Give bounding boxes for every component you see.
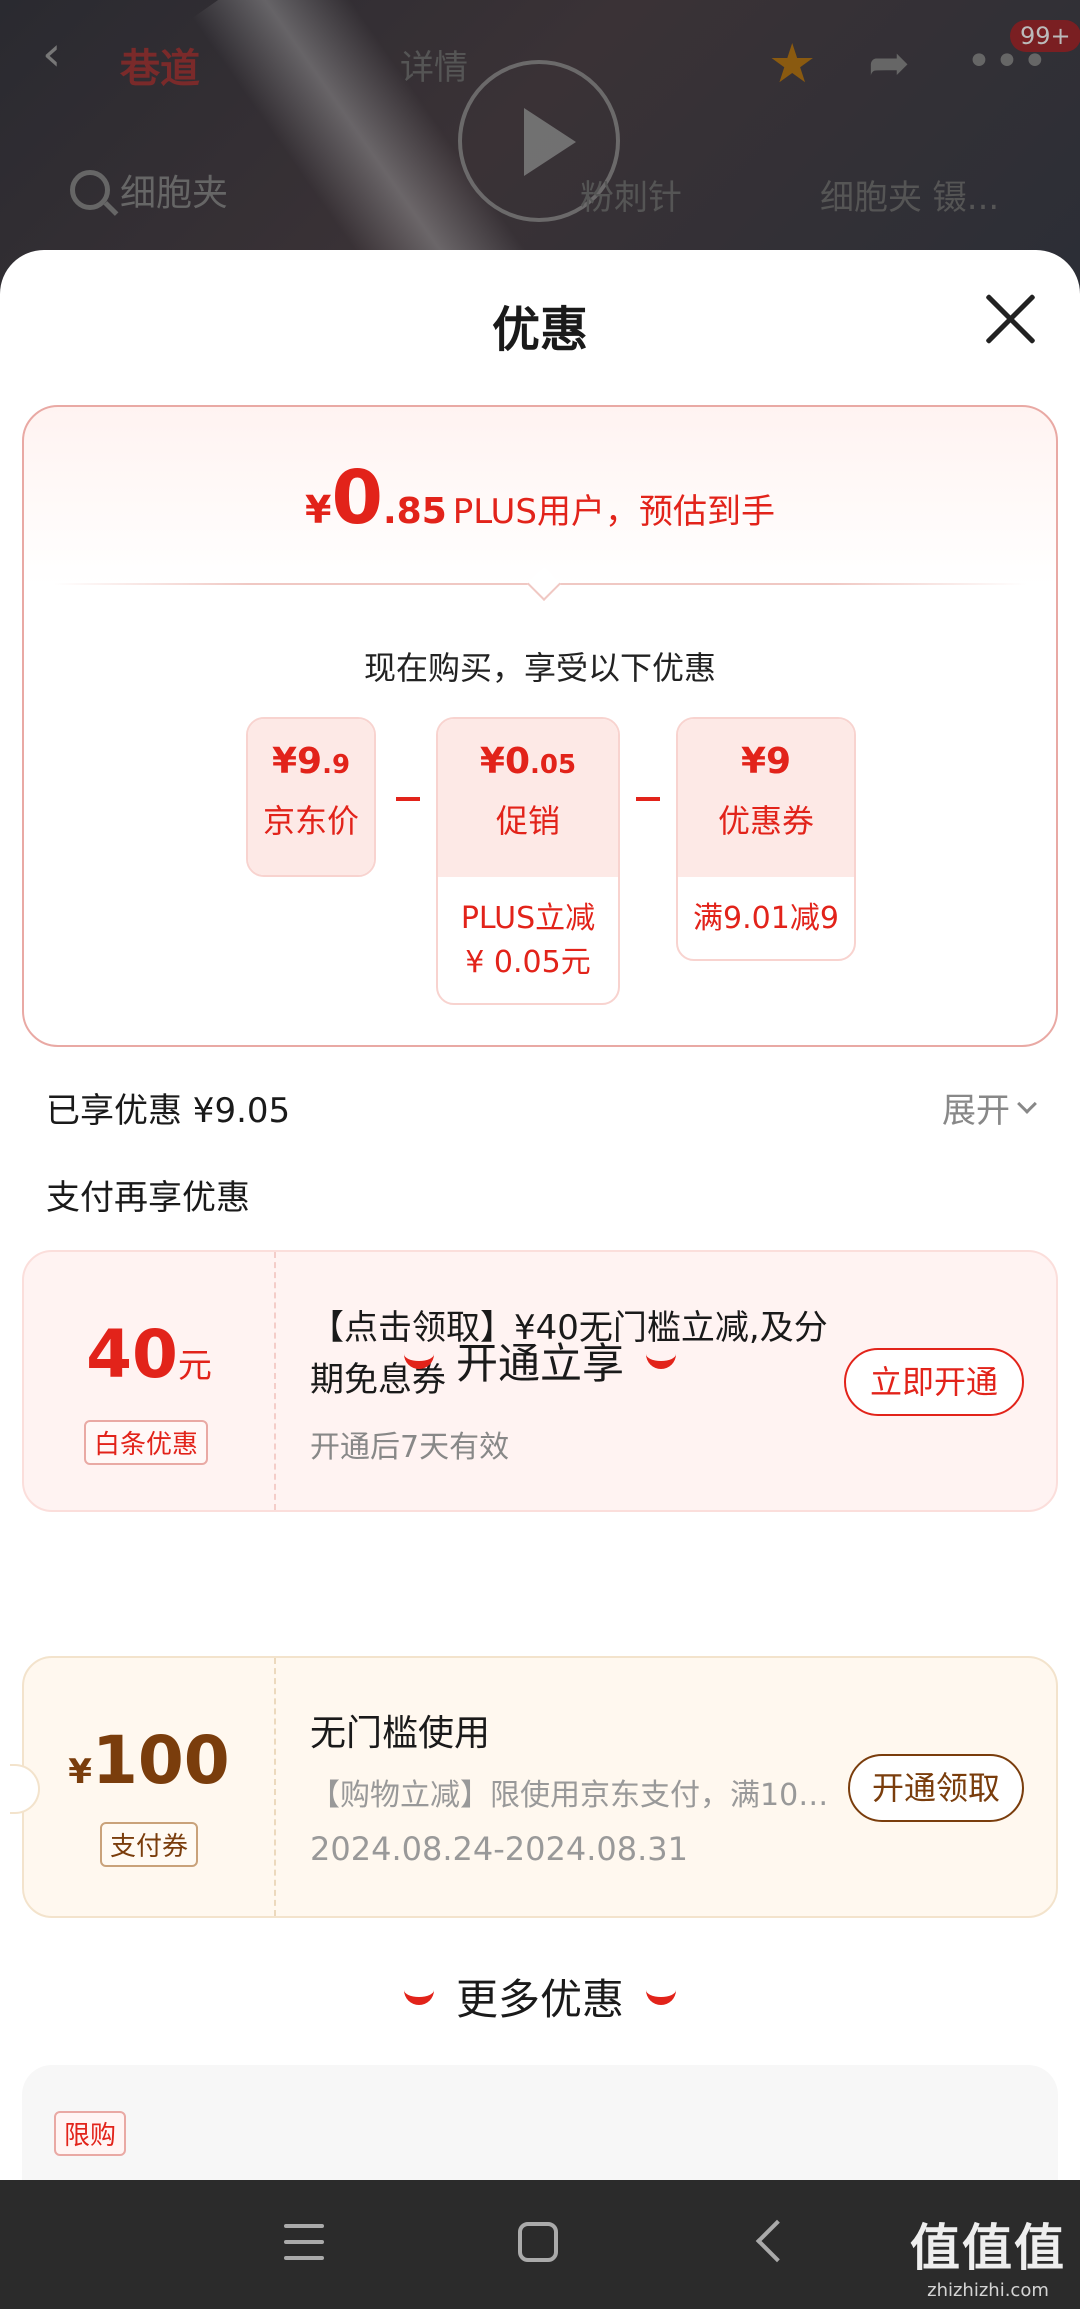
payment-coupon-desc: 【购物立减】限使用京东支付，满100元可用 [310, 1778, 830, 1813]
favorite-star-icon[interactable]: ★ [768, 32, 816, 95]
jd-price-box: ¥9.9 京东价 [246, 717, 376, 877]
watermark: 值值值 zhizhizhi.com [910, 2208, 1066, 2301]
share-icon[interactable]: ➦ [868, 34, 910, 92]
activate-claim-button[interactable]: 开通领取 [847, 1754, 1024, 1822]
back-arrow-icon[interactable]: ‹ [42, 30, 82, 78]
jd-price-label: 京东价 [262, 802, 359, 840]
coupon-box: ¥9 优惠券 满9.01减9 [676, 717, 856, 961]
smile-decoration-icon [646, 1353, 676, 1369]
promotion-note: PLUS立减 ¥ 0.05元 [460, 901, 596, 980]
background-search: 细胞夹 [70, 164, 228, 216]
background-search-text: 细胞夹 [120, 173, 229, 214]
discount-sheet: 优惠 ¥0.85 PLUS用户，预估到手 现在购买，享受以下优惠 ¥9.9 京东价… [0, 250, 1080, 2180]
watermark-logo: 值值值 [910, 2219, 1066, 2277]
price-currency: ¥ [305, 488, 332, 532]
divider-notch [527, 567, 561, 601]
minus-sign [636, 797, 660, 801]
enjoyed-discount: 已享优惠 ¥9.05 [46, 1091, 291, 1131]
promotion-amount: ¥0.05 [479, 741, 577, 782]
payment-coupon-amount: ¥100 [68, 1722, 230, 1799]
background-search-hint: 粉刺针 [580, 178, 682, 218]
payment-coupon-date: 2024.08.24-2024.08.31 [310, 1830, 688, 1868]
price-description: PLUS用户，预估到手 [452, 492, 775, 532]
pay-more-heading: 支付再享优惠 [46, 1178, 250, 1218]
sheet-title: 优惠 [491, 302, 588, 358]
more-section-title: 更多优惠 [455, 1975, 624, 2024]
smile-decoration-icon [403, 1989, 434, 2005]
coupon-amount-panel: ¥100 支付券 [24, 1658, 276, 1916]
estimated-price-card: ¥0.85 PLUS用户，预估到手 现在购买，享受以下优惠 ¥9.9 京东价 ¥0… [22, 405, 1058, 1047]
expand-button[interactable]: 展开 [942, 1083, 1037, 1132]
close-icon[interactable] [984, 292, 1038, 346]
price-integer: 0 [331, 455, 383, 541]
system-back-icon[interactable] [755, 2219, 799, 2263]
home-icon[interactable] [518, 2222, 558, 2262]
smile-decoration-icon [646, 1989, 676, 2005]
jd-price-amount: ¥9.9 [271, 741, 351, 782]
payment-coupon-card[interactable]: ¥100 支付券 无门槛使用 【购物立减】限使用京东支付，满100元可用 202… [10, 1656, 1058, 1918]
background-brand: 巷道 [120, 46, 200, 92]
message-count-badge: 99+ [1010, 20, 1080, 52]
coupon-note: 满9.01减9 [693, 901, 839, 936]
coupon-amount: ¥9 [740, 741, 792, 782]
buy-now-text: 现在购买，享受以下优惠 [363, 649, 716, 687]
search-icon [70, 170, 110, 210]
payment-coupon-title: 无门槛使用 [310, 1713, 491, 1754]
promotion-label: 促销 [495, 802, 560, 840]
baitiao-validity: 开通后7天有效 [310, 1430, 510, 1465]
open-section-title: 开通立享 [455, 1339, 624, 1388]
watermark-url: zhizhizhi.com [927, 2280, 1049, 2301]
expand-label: 展开 [942, 1091, 1010, 1131]
smile-decoration-icon [403, 1353, 434, 1369]
background-tab-detail: 详情 [400, 48, 468, 88]
minus-sign [396, 797, 420, 801]
more-section-heading: 更多优惠 [0, 1966, 1080, 2027]
promotion-box: ¥0.05 促销 PLUS立减 ¥ 0.05元 [436, 717, 620, 1005]
price-decimal: .85 [382, 491, 447, 532]
chevron-down-icon [1017, 1093, 1037, 1114]
limit-purchase-tag: 限购 [54, 2111, 127, 2156]
coupon-label: 优惠券 [717, 802, 814, 840]
background-search-hint-2: 细胞夹 镊... [820, 178, 1000, 218]
more-offer-card[interactable]: 限购 [22, 2065, 1058, 2180]
baitiao-tag: 白条优惠 [84, 1420, 209, 1465]
estimated-price: ¥0.85 PLUS用户，预估到手 [24, 455, 1056, 541]
open-section-heading: 开通立享 [0, 1330, 1080, 1391]
recent-apps-icon[interactable] [284, 2224, 324, 2260]
payment-coupon-tag: 支付券 [100, 1822, 199, 1867]
